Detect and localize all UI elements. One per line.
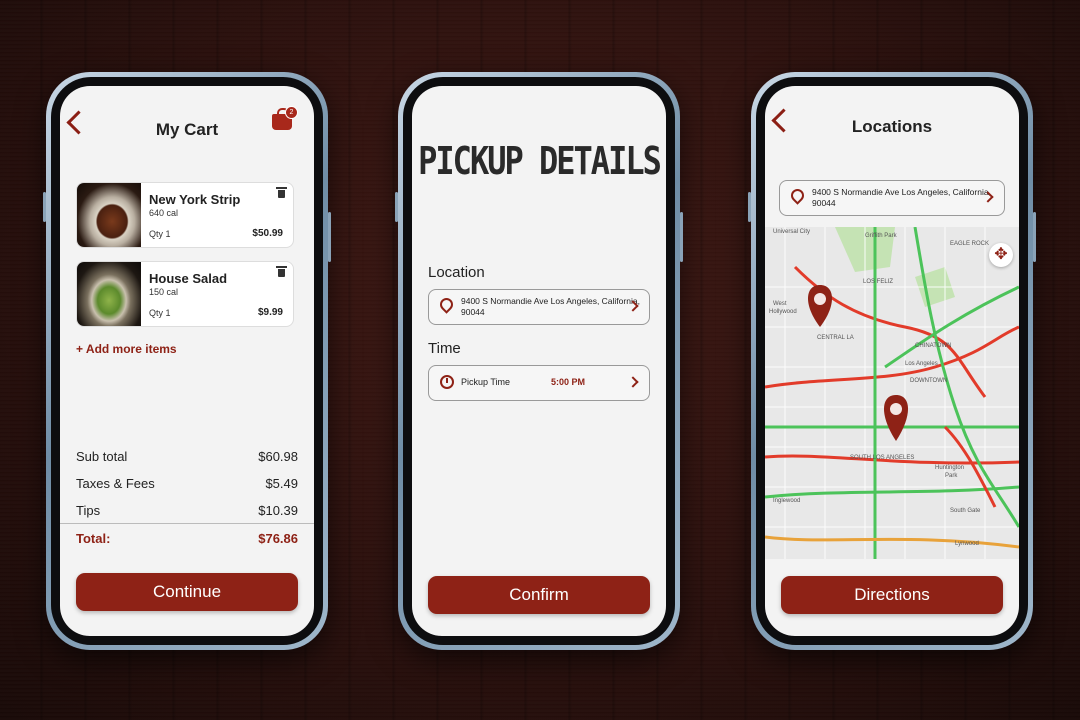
divider bbox=[60, 523, 314, 524]
location-address: 9400 S Normandie Ave Los Angeles, Califo… bbox=[461, 296, 640, 317]
item-calories: 640 cal bbox=[149, 208, 179, 218]
svg-text:Lynwood: Lynwood bbox=[955, 541, 979, 547]
item-calories: 150 cal bbox=[149, 287, 179, 297]
pickup-time-field[interactable]: Pickup Time 5:00 PM bbox=[428, 365, 650, 401]
location-pin-icon bbox=[788, 186, 807, 205]
location-field[interactable]: 9400 S Normandie Ave Los Angeles, Califo… bbox=[428, 289, 650, 325]
location-pin-icon bbox=[437, 295, 456, 314]
svg-text:Universal City: Universal City bbox=[773, 229, 810, 235]
svg-text:Park: Park bbox=[945, 473, 958, 479]
tax-label: Taxes & Fees bbox=[76, 476, 155, 491]
locations-phone: Locations 9400 S Normandie Ave Los Angel… bbox=[748, 72, 1036, 650]
confirm-button[interactable]: Confirm bbox=[428, 576, 650, 614]
total-value: $76.86 bbox=[258, 531, 298, 546]
tips-label: Tips bbox=[76, 503, 101, 518]
cart-phone: My Cart 2 New York Strip 640 cal Qty 1 $… bbox=[43, 72, 331, 650]
cart-item[interactable]: House Salad 150 cal Qty 1 $9.99 bbox=[76, 261, 294, 327]
map-graphic: West Hollywood CENTRAL LA Los Angeles DO… bbox=[765, 227, 1019, 559]
page-title: PICKUP DETAILS bbox=[418, 138, 662, 184]
directions-button[interactable]: Directions bbox=[781, 576, 1003, 614]
time-label: Time bbox=[428, 340, 461, 357]
svg-text:CENTRAL LA: CENTRAL LA bbox=[817, 335, 854, 341]
item-name: House Salad bbox=[149, 271, 228, 286]
location-label: Location bbox=[428, 264, 485, 281]
location-address: 9400 S Normandie Ave Los Angeles, Califo… bbox=[812, 187, 991, 208]
pickup-time-label: Pickup Time bbox=[461, 377, 511, 387]
map-view[interactable]: West Hollywood CENTRAL LA Los Angeles DO… bbox=[765, 227, 1019, 559]
cart-count-badge: 2 bbox=[285, 106, 298, 119]
total-label: Total: bbox=[76, 531, 111, 546]
tax-row: Taxes & Fees $5.49 bbox=[76, 476, 298, 491]
svg-text:EAGLE ROCK: EAGLE ROCK bbox=[950, 241, 989, 247]
trash-icon[interactable] bbox=[276, 266, 287, 277]
total-row: Total: $76.86 bbox=[76, 531, 298, 546]
cart-screen: My Cart 2 New York Strip 640 cal Qty 1 $… bbox=[60, 86, 314, 636]
svg-text:Huntington: Huntington bbox=[935, 465, 964, 471]
chevron-right-icon bbox=[627, 376, 639, 388]
svg-text:DOWNTOWN: DOWNTOWN bbox=[910, 378, 947, 384]
location-search-field[interactable]: 9400 S Normandie Ave Los Angeles, Califo… bbox=[779, 180, 1005, 216]
continue-button[interactable]: Continue bbox=[76, 573, 298, 611]
item-quantity[interactable]: Qty 1 bbox=[149, 229, 171, 239]
svg-text:West: West bbox=[773, 301, 787, 307]
subtotal-row: Sub total $60.98 bbox=[76, 449, 298, 464]
salad-image bbox=[77, 262, 141, 326]
tips-value: $10.39 bbox=[258, 503, 298, 518]
svg-text:Griffith Park: Griffith Park bbox=[865, 233, 898, 239]
svg-text:Inglewood: Inglewood bbox=[773, 498, 800, 504]
trash-icon[interactable] bbox=[276, 187, 287, 198]
tax-value: $5.49 bbox=[265, 476, 298, 491]
pickup-time-value: 5:00 PM bbox=[551, 377, 586, 387]
subtotal-label: Sub total bbox=[76, 449, 128, 464]
clock-icon bbox=[440, 375, 454, 389]
subtotal-value: $60.98 bbox=[258, 449, 298, 464]
steak-image bbox=[77, 183, 141, 247]
locations-screen: Locations 9400 S Normandie Ave Los Angel… bbox=[765, 86, 1019, 636]
pickup-phone: PICKUP DETAILS Location 9400 S Normandie… bbox=[395, 72, 683, 650]
page-title: Locations bbox=[851, 117, 933, 136]
shopping-bag-icon[interactable]: 2 bbox=[272, 106, 298, 130]
item-price: $9.99 bbox=[257, 307, 283, 318]
item-quantity[interactable]: Qty 1 bbox=[149, 308, 171, 318]
tips-row: Tips $10.39 bbox=[76, 503, 298, 518]
item-price: $50.99 bbox=[252, 228, 283, 239]
svg-text:SOUTH LOS ANGELES: SOUTH LOS ANGELES bbox=[850, 455, 914, 461]
recenter-map-icon[interactable]: ✥ bbox=[989, 243, 1013, 267]
svg-text:LOS FELIZ: LOS FELIZ bbox=[863, 279, 893, 285]
svg-text:Hollywood: Hollywood bbox=[769, 309, 797, 315]
item-name: New York Strip bbox=[149, 192, 241, 207]
svg-text:CHINATOWN: CHINATOWN bbox=[915, 343, 951, 349]
svg-text:Los Angeles: Los Angeles bbox=[905, 361, 938, 367]
cart-item[interactable]: New York Strip 640 cal Qty 1 $50.99 bbox=[76, 182, 294, 248]
add-more-items-link[interactable]: + Add more items bbox=[76, 342, 177, 356]
svg-text:South Gate: South Gate bbox=[950, 508, 981, 514]
pickup-screen: PICKUP DETAILS Location 9400 S Normandie… bbox=[412, 86, 666, 636]
